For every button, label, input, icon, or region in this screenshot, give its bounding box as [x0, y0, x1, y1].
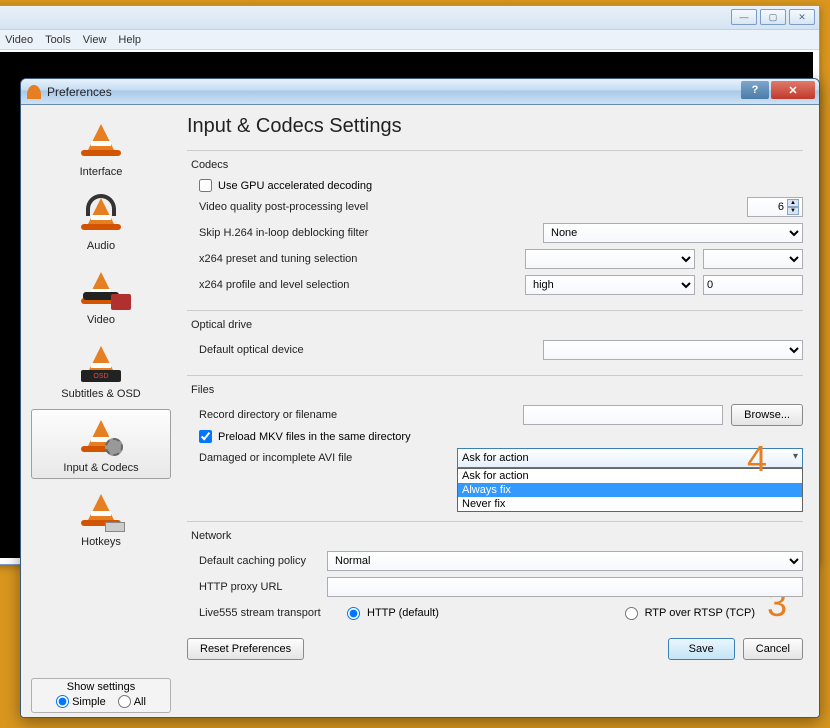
sidebar-item-hotkeys[interactable]: Hotkeys — [31, 483, 171, 553]
page-title: Input & Codecs Settings — [187, 115, 803, 138]
avi-select[interactable]: Ask for action — [457, 448, 803, 468]
record-dir-label: Record directory or filename — [199, 409, 337, 421]
save-button[interactable]: Save — [668, 638, 735, 660]
help-button[interactable]: ? — [741, 81, 769, 99]
sidebar-item-audio[interactable]: Audio — [31, 187, 171, 257]
settings-main-panel: Input & Codecs Settings Codecs Use GPU a… — [181, 105, 819, 717]
group-title: Optical drive — [191, 319, 803, 331]
optical-device-label: Default optical device — [199, 344, 304, 356]
bg-minimize-button[interactable]: — — [731, 9, 757, 25]
bg-menu-item[interactable]: Tools — [45, 34, 71, 46]
caching-select[interactable]: Normal — [327, 551, 803, 571]
skip-h264-select[interactable]: None — [543, 223, 803, 243]
group-codecs: Codecs Use GPU accelerated decoding Vide… — [187, 150, 803, 310]
caching-label: Default caching policy — [199, 555, 319, 567]
x264-level-input[interactable] — [703, 275, 803, 295]
preferences-dialog: Preferences ? ✕ Interface Audio Video OS… — [20, 78, 820, 718]
avi-option[interactable]: Ask for action — [458, 469, 802, 483]
dialog-title: Preferences — [47, 85, 112, 99]
bg-close-button[interactable]: ✕ — [789, 9, 815, 25]
bg-menu-item[interactable]: View — [83, 34, 107, 46]
proxy-input[interactable] — [327, 577, 803, 597]
group-title: Network — [191, 530, 803, 542]
sidebar-item-input-codecs[interactable]: Input & Codecs — [31, 409, 171, 479]
bg-menu-item[interactable]: Help — [118, 34, 141, 46]
sidebar-item-interface[interactable]: Interface — [31, 113, 171, 183]
show-settings-box: Show settings Simple All — [31, 678, 171, 713]
bg-menubar: o Video Tools View Help — [0, 30, 819, 50]
record-dir-input[interactable] — [523, 405, 723, 425]
gpu-decoding-label: Use GPU accelerated decoding — [218, 180, 372, 192]
bg-menu-item[interactable]: Video — [5, 34, 33, 46]
sidebar-item-label: Input & Codecs — [63, 462, 138, 474]
show-settings-simple[interactable]: Simple — [56, 695, 106, 708]
live555-label: Live555 stream transport — [199, 607, 339, 619]
show-settings-header: Show settings — [38, 681, 164, 693]
spin-down-icon[interactable]: ▼ — [787, 207, 799, 215]
post-processing-value[interactable] — [751, 197, 787, 217]
category-sidebar: Interface Audio Video OSD Subtitles & OS… — [21, 105, 181, 717]
cancel-button[interactable]: Cancel — [743, 638, 803, 660]
avi-option[interactable]: Never fix — [458, 497, 802, 511]
sidebar-item-label: Subtitles & OSD — [61, 388, 140, 400]
cone-subtitles-icon: OSD — [77, 340, 125, 384]
close-button[interactable]: ✕ — [771, 81, 815, 99]
live555-rtp-radio[interactable]: RTP over RTSP (TCP) — [625, 607, 755, 620]
sidebar-item-label: Video — [87, 314, 115, 326]
radio-all[interactable] — [118, 695, 131, 708]
optical-device-select[interactable] — [543, 340, 803, 360]
spin-up-icon[interactable]: ▲ — [787, 199, 799, 207]
reset-preferences-button[interactable]: Reset Preferences — [187, 638, 304, 660]
group-title: Files — [191, 384, 803, 396]
sidebar-item-subtitles[interactable]: OSD Subtitles & OSD — [31, 335, 171, 405]
skip-h264-label: Skip H.264 in-loop deblocking filter — [199, 227, 368, 239]
dialog-footer: Reset Preferences Save Cancel — [187, 632, 803, 664]
cone-icon — [77, 118, 125, 162]
sidebar-item-label: Hotkeys — [81, 536, 121, 548]
avi-option[interactable]: Always fix — [458, 483, 802, 497]
avi-dropdown-list: Ask for action Always fix Never fix — [457, 468, 803, 512]
browse-button[interactable]: Browse... — [731, 404, 803, 426]
bg-maximize-button[interactable]: ▢ — [760, 9, 786, 25]
proxy-label: HTTP proxy URL — [199, 581, 319, 593]
cone-video-icon — [77, 266, 125, 310]
x264-profile-label: x264 profile and level selection — [199, 279, 349, 291]
gpu-decoding-checkbox[interactable] — [199, 179, 212, 192]
cone-keys-icon — [77, 488, 125, 532]
group-title: Codecs — [191, 159, 803, 171]
cone-icon — [27, 85, 41, 99]
group-optical: Optical drive Default optical device — [187, 310, 803, 375]
group-files: Files Record directory or filename Brows… — [187, 375, 803, 483]
post-processing-spinner[interactable]: ▲▼ — [747, 197, 803, 217]
sidebar-item-label: Audio — [87, 240, 115, 252]
x264-profile-select[interactable]: high — [525, 275, 695, 295]
x264-preset-select[interactable] — [525, 249, 695, 269]
group-network: Network Default caching policy Normal HT… — [187, 521, 803, 632]
post-processing-label: Video quality post-processing level — [199, 201, 368, 213]
avi-label: Damaged or incomplete AVI file — [199, 452, 449, 464]
sidebar-item-label: Interface — [80, 166, 123, 178]
cone-headphones-icon — [77, 192, 125, 236]
show-settings-all[interactable]: All — [118, 695, 146, 708]
preload-mkv-checkbox[interactable] — [199, 430, 212, 443]
live555-http-radio[interactable]: HTTP (default) — [347, 607, 439, 620]
x264-tuning-select[interactable] — [703, 249, 803, 269]
avi-select-value: Ask for action — [462, 452, 529, 464]
sidebar-item-video[interactable]: Video — [31, 261, 171, 331]
radio-simple[interactable] — [56, 695, 69, 708]
preferences-titlebar[interactable]: Preferences ? ✕ — [21, 79, 819, 105]
preload-mkv-label: Preload MKV files in the same directory — [218, 431, 411, 443]
bg-titlebar: — ▢ ✕ — [0, 6, 819, 30]
cone-gear-icon — [77, 414, 125, 458]
x264-preset-label: x264 preset and tuning selection — [199, 253, 357, 265]
